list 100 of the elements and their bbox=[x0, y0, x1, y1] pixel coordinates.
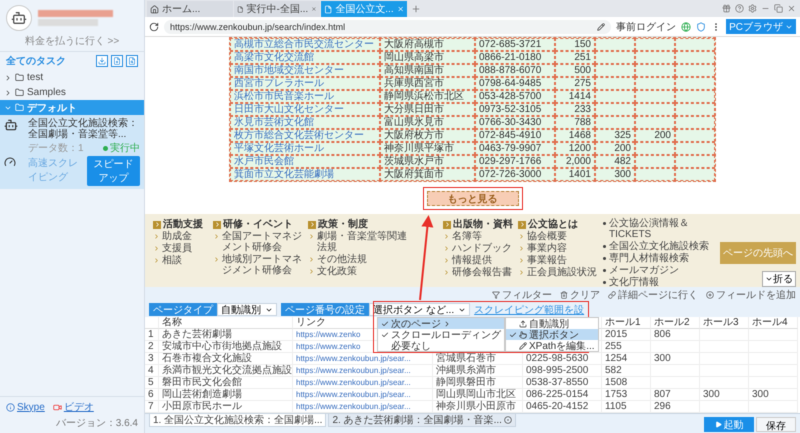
stop-icon[interactable] bbox=[504, 416, 512, 424]
footer-link[interactable]: 文化政策 bbox=[308, 266, 408, 277]
footer-heading: 政策・制度 bbox=[308, 218, 408, 231]
table-cell: 1468 bbox=[555, 129, 595, 142]
close-icon[interactable] bbox=[311, 5, 317, 13]
step-tab[interactable]: 2. あきた芸術劇場：全国劇場・音楽... bbox=[328, 414, 516, 427]
footer-link[interactable]: 専門人材情報検索 bbox=[609, 253, 689, 264]
table-cell: 静岡県磐田市 bbox=[433, 377, 523, 389]
venue-link[interactable]: 枚方市総合文化芸術センター bbox=[230, 129, 380, 142]
paging-select[interactable]: 選択ボタン など... bbox=[369, 303, 470, 316]
restore-icon[interactable] bbox=[774, 4, 783, 13]
task-card[interactable]: 全国公立文化施設検索：全国劇場・音楽堂等... データ数：1 実行中 高速スクレイピング スピードアップ bbox=[0, 115, 144, 189]
table-cell: 053-428-5700 bbox=[475, 90, 555, 103]
browser-tab[interactable]: 実行中-全国... bbox=[234, 1, 320, 17]
table-cell: 500 bbox=[555, 64, 595, 77]
footer-link[interactable]: メールマガジン bbox=[609, 265, 679, 276]
table-cell: 0465-20-4152 bbox=[523, 401, 602, 413]
venue-link[interactable]: 高槻市立総合市民交流センター bbox=[230, 38, 380, 51]
robot-icon bbox=[11, 10, 27, 26]
table-cell: 大阪府枚方市 bbox=[380, 129, 475, 142]
table-cell: 1254 bbox=[602, 353, 651, 365]
search-task-button[interactable] bbox=[126, 55, 138, 67]
menu-item[interactable]: 選択ボタン bbox=[506, 329, 598, 340]
table-cell: 275 bbox=[555, 77, 595, 90]
venue-link[interactable]: 氷見市芸術文化館 bbox=[230, 116, 380, 129]
info-icon bbox=[6, 402, 15, 412]
footer-link[interactable]: Skype bbox=[6, 402, 45, 412]
venue-link[interactable]: 浜松市市民音楽ホール bbox=[230, 90, 380, 103]
footer-link[interactable]: 情報提供 bbox=[443, 255, 513, 266]
table-cell: 岡山芸術創造劇場 bbox=[159, 389, 293, 401]
browser-tab[interactable]: ホーム... bbox=[147, 1, 233, 17]
toolbar-action[interactable]: フィルター bbox=[492, 288, 552, 302]
venue-link[interactable]: 日田市大山文化センター bbox=[230, 103, 380, 116]
footer-link[interactable]: その他法規 bbox=[308, 254, 408, 265]
help-icon[interactable] bbox=[735, 4, 744, 13]
folder-item[interactable]: Samples bbox=[0, 85, 144, 100]
footer-link[interactable]: 地域別アートマネジメント研修会 bbox=[213, 254, 303, 276]
venue-link[interactable]: 西宮市プレラホール bbox=[230, 77, 380, 90]
table-cell: 098-995-2500 bbox=[523, 365, 602, 377]
venue-link[interactable]: 箕面市立文化芸能劇場 bbox=[230, 168, 380, 181]
save-button[interactable]: 保存 bbox=[756, 417, 796, 432]
venue-link[interactable]: 平塚文化芸術ホール bbox=[230, 142, 380, 155]
toolbar-action[interactable]: クリア bbox=[560, 288, 600, 302]
reload-icon[interactable] bbox=[149, 22, 159, 32]
file-plus-icon bbox=[113, 57, 121, 65]
footer-link[interactable]: 全国アートマネジメント研修会 bbox=[213, 231, 303, 253]
more-button[interactable]: もっと見る bbox=[426, 191, 518, 206]
new-tab-icon[interactable] bbox=[411, 4, 421, 14]
page-type-select[interactable]: 自動識別 bbox=[217, 303, 277, 316]
footer-link[interactable]: 事業内容 bbox=[518, 243, 598, 254]
close-icon[interactable] bbox=[787, 4, 796, 13]
venue-link[interactable]: 水戸市民会館 bbox=[230, 155, 380, 168]
table-cell: 300 bbox=[595, 168, 635, 181]
footer-link[interactable]: ハンドブック bbox=[443, 243, 513, 254]
table-cell: 0463-79-9907 bbox=[475, 142, 555, 155]
footer-link[interactable]: 名簿等 bbox=[443, 231, 513, 242]
table-cell: 神奈川県小田原市 bbox=[433, 401, 523, 413]
login-link[interactable]: 事前ログイン bbox=[616, 20, 676, 34]
folder-icon bbox=[15, 103, 24, 112]
venue-link[interactable]: 高梁市文化交流館 bbox=[230, 51, 380, 64]
footer-link[interactable]: 相談 bbox=[153, 255, 208, 266]
chevron-right-icon bbox=[443, 320, 451, 328]
mode-label: 高速スクレイピング bbox=[28, 156, 79, 185]
shield-icon[interactable] bbox=[696, 22, 706, 32]
table-cell: 255 bbox=[602, 341, 651, 353]
collapse-button[interactable]: 折る bbox=[762, 271, 796, 287]
new-task-button[interactable] bbox=[111, 55, 123, 67]
column-header: ホール3 bbox=[700, 317, 749, 329]
video-icon bbox=[52, 402, 62, 412]
task-title: 全国公立文化施設検索：全国劇場・音楽堂等... bbox=[28, 118, 139, 140]
footer-link[interactable]: ビデオ bbox=[52, 400, 94, 414]
venue-link[interactable]: 南国市地域交流センター bbox=[230, 64, 380, 77]
chevron-icon bbox=[308, 220, 316, 228]
import-button[interactable] bbox=[96, 55, 108, 67]
folder-item[interactable]: test bbox=[0, 70, 144, 85]
toolbar-action[interactable]: フィールドを追加 bbox=[706, 288, 796, 302]
url-field[interactable]: https://www.zenkoubun.jp/search/index.html bbox=[164, 20, 612, 34]
plus-icon bbox=[706, 290, 714, 298]
table-cell: 807 bbox=[651, 389, 700, 401]
menu-item[interactable]: 次のページ bbox=[378, 318, 504, 329]
folder-icon bbox=[15, 73, 24, 82]
footer-link[interactable]: 劇場・音楽堂等関連法規 bbox=[308, 231, 408, 253]
toolbar-action[interactable]: 詳細ページに行く bbox=[608, 288, 698, 302]
footer-link[interactable]: 事業報告 bbox=[518, 255, 598, 266]
footer-link[interactable]: 全国公立文化施設検索 bbox=[609, 241, 709, 252]
globe-icon[interactable] bbox=[681, 22, 692, 32]
footer-link[interactable]: 助成金 bbox=[153, 231, 208, 242]
footer-link[interactable]: 支援員 bbox=[153, 243, 208, 254]
filter-icon bbox=[492, 290, 500, 298]
footer-link[interactable]: 公文協公演情報＆TICKETS bbox=[609, 218, 715, 240]
footer-link[interactable]: 協会概要 bbox=[518, 231, 598, 242]
gift-icon[interactable] bbox=[722, 4, 731, 13]
chevron-icon bbox=[213, 233, 220, 240]
footer-link[interactable]: 文化庁情報 bbox=[609, 277, 659, 287]
bullet-icon bbox=[603, 269, 606, 272]
footer-link[interactable]: 研修会報告書 bbox=[443, 267, 513, 278]
footer-link[interactable]: 正会員施設状況 bbox=[518, 267, 598, 278]
settings-icon[interactable] bbox=[748, 4, 757, 13]
step-tab[interactable]: 1. 全国公立文化施設検索：全国劇場... bbox=[149, 414, 326, 427]
link-cell: https://www.zenkoubun.jp/sear... bbox=[293, 389, 433, 401]
